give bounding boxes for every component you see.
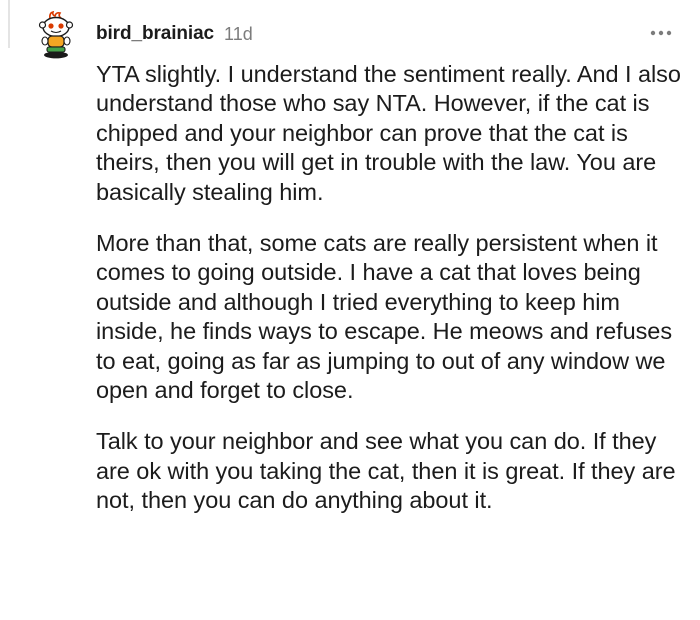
more-horizontal-icon [650,30,672,36]
username-link[interactable]: bird_brainiac [96,23,214,45]
more-options-button[interactable] [646,22,676,44]
comment-paragraph: YTA slightly. I understand the sentiment… [96,61,681,205]
snoo-avatar-icon[interactable] [34,10,78,62]
comment-header: bird_brainiac 11d [96,22,253,46]
comment-body: YTA slightly. I understand the sentiment… [96,60,681,538]
comment: bird_brainiac 11d YTA slightly. I unders… [0,0,700,620]
comment-age: 11d [224,23,253,44]
comment-paragraph: More than that, some cats are really per… [96,230,673,404]
comment-paragraph: Talk to your neighbor and see what you c… [96,428,676,514]
